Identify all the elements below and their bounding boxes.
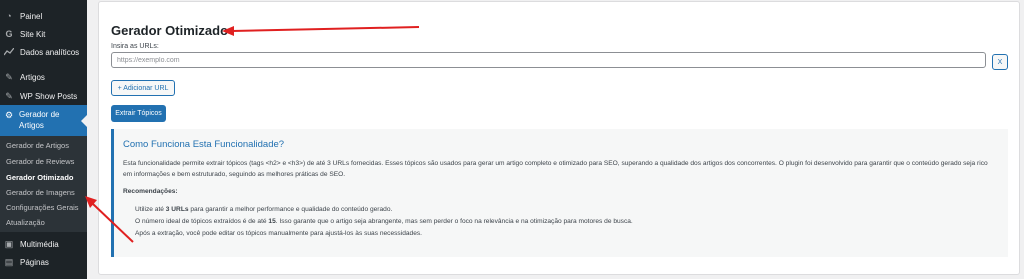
submenu-configuracoes-gerais[interactable]: Configurações Gerais [6,203,79,212]
media-icon: ▣ [4,238,14,249]
recommendation-item: Utilize até 3 URLs para garantir a melho… [135,206,393,213]
info-description: Esta funcionalidade permite extrair tópi… [123,160,988,178]
info-box: Como Funciona Esta Funcionalidade? Esta … [111,129,1008,257]
page-title: Gerador Otimizado [111,23,229,38]
sitekit-icon: G [5,29,13,39]
submenu-gerador-de-reviews[interactable]: Gerador de Reviews [6,157,74,166]
recommendations-title: Recomendações: [123,188,178,195]
pages-icon: ▤ [4,256,14,267]
main-panel: Gerador Otimizado Insira as URLs: X + Ad… [98,1,1020,275]
submenu-atualizacao[interactable]: Atualização [6,218,45,227]
info-title: Como Funciona Esta Funcionalidade? [123,139,285,150]
sidebar-item-painel[interactable]: ◔ Painel [0,7,87,25]
submenu-gerador-de-artigos[interactable]: Gerador de Artigos [6,141,69,150]
sidebar-item-wp-show-posts[interactable]: ✎ WP Show Posts [0,87,87,105]
recommendation-item: O número ideal de tópicos extraídos é de… [135,218,633,225]
analytics-icon [4,47,14,57]
sidebar-item-site-kit[interactable]: G Site Kit [0,25,87,43]
url-input[interactable] [111,52,986,68]
admin-sidebar: ◔ Painel G Site Kit Dados analíticos ✎ A… [0,0,87,279]
sidebar-item-paginas[interactable]: ▤ Páginas [0,253,87,271]
extract-topics-button[interactable]: Extrair Tópicos [111,105,166,122]
add-url-button[interactable]: + Adicionar URL [111,80,175,96]
recommendation-item: Após a extração, você pode editar os tóp… [135,230,422,237]
sidebar-item-dados-analiticos[interactable]: Dados analíticos [0,43,87,61]
pin-icon: ✎ [5,90,13,101]
sidebar-item-artigos[interactable]: ✎ Artigos [0,68,87,86]
sidebar-item-gerador-de-artigos[interactable]: ⚙ Gerador de Artigos [0,105,87,136]
submenu-gerador-otimizado[interactable]: Gerador Otimizado [6,173,74,182]
pin-icon: ✎ [5,71,13,82]
dashboard-icon: ◔ [6,11,12,21]
url-field-label: Insira as URLs: [111,43,159,50]
gear-icon: ⚙ [4,109,14,120]
submenu: Gerador de Artigos Gerador de Reviews Ge… [0,136,87,232]
active-indicator [81,115,87,127]
submenu-gerador-de-imagens[interactable]: Gerador de Imagens [6,188,75,197]
remove-url-button[interactable]: X [992,54,1008,70]
sidebar-item-multimedia[interactable]: ▣ Multimédia [0,235,87,253]
